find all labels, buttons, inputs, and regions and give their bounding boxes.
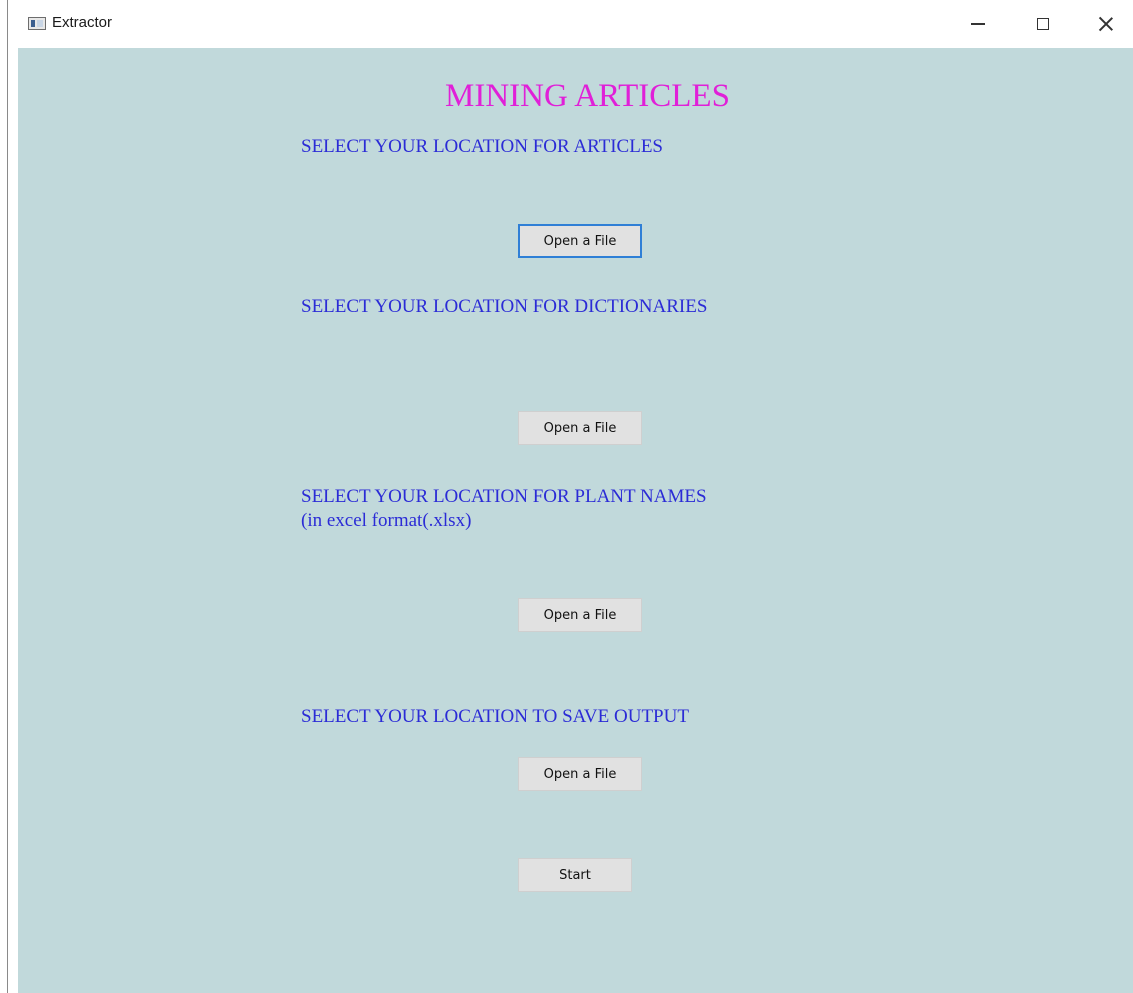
minimize-button[interactable] bbox=[950, 0, 1006, 48]
main-panel: MINING ARTICLES SELECT YOUR LOCATION FOR… bbox=[18, 48, 1133, 993]
open-plant-names-file-button[interactable]: Open a File bbox=[518, 598, 642, 632]
plant-names-format-hint: (in excel format(.xlsx) bbox=[301, 510, 472, 531]
close-button[interactable] bbox=[1078, 0, 1133, 48]
articles-location-label: SELECT YOUR LOCATION FOR ARTICLES bbox=[301, 136, 663, 157]
maximize-icon bbox=[1037, 18, 1049, 30]
minimize-icon bbox=[971, 23, 985, 25]
open-dictionaries-file-button[interactable]: Open a File bbox=[518, 411, 642, 445]
app-window-icon bbox=[28, 17, 46, 30]
start-button[interactable]: Start bbox=[518, 858, 632, 892]
page-title: MINING ARTICLES bbox=[445, 78, 730, 114]
close-icon bbox=[1098, 16, 1114, 32]
open-articles-file-button[interactable]: Open a File bbox=[518, 224, 642, 258]
extractor-window: Extractor MINING ARTICLES SELECT YOUR LO… bbox=[8, 0, 1133, 993]
open-output-location-button[interactable]: Open a File bbox=[518, 757, 642, 791]
window-title: Extractor bbox=[52, 14, 113, 31]
output-location-label: SELECT YOUR LOCATION TO SAVE OUTPUT bbox=[301, 706, 689, 727]
plant-names-location-label: SELECT YOUR LOCATION FOR PLANT NAMES bbox=[301, 486, 707, 507]
title-bar[interactable]: Extractor bbox=[8, 0, 1133, 48]
maximize-button[interactable] bbox=[1015, 0, 1071, 48]
dictionaries-location-label: SELECT YOUR LOCATION FOR DICTIONARIES bbox=[301, 296, 708, 317]
window-left-edge bbox=[0, 0, 8, 993]
